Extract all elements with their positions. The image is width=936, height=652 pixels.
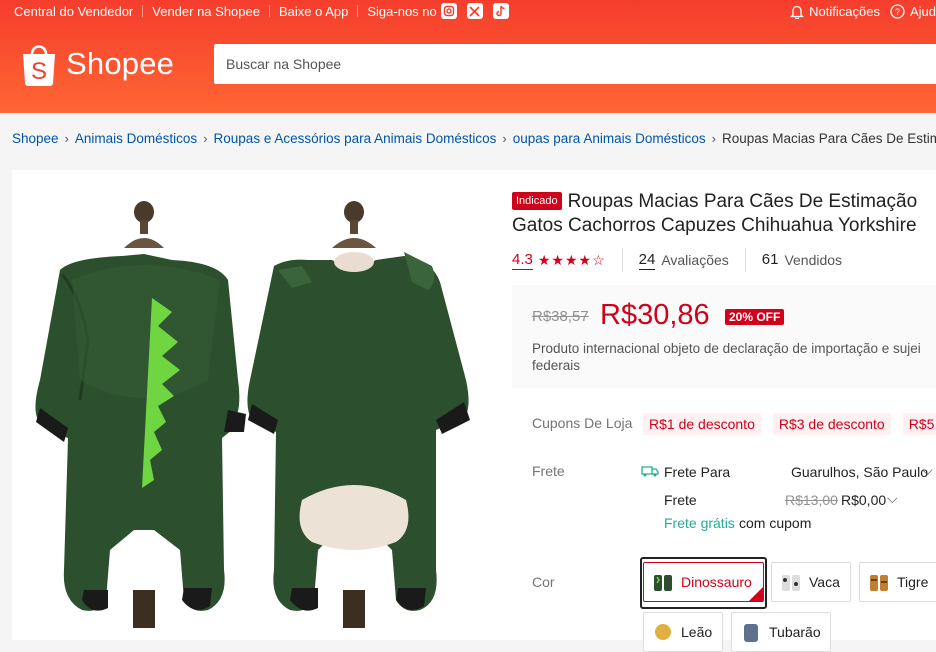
variant-thumbnail xyxy=(655,624,671,640)
coupon-chip[interactable]: R$5 d xyxy=(902,413,936,435)
variant-label: Vaca xyxy=(809,574,840,590)
coupon-chip[interactable]: R$3 de desconto xyxy=(772,413,891,435)
help-link[interactable]: Ajud xyxy=(910,4,936,19)
follow-us-label: Siga-nos no xyxy=(367,3,437,19)
breadcrumb: Shopee › Animais Domésticos › Roupas e A… xyxy=(12,131,936,146)
variant-tubarao[interactable]: Tubarão xyxy=(731,612,831,652)
variant-label: Tigre xyxy=(897,574,929,590)
variant-thumbnail xyxy=(782,575,800,591)
download-app-link[interactable]: Baixe o App xyxy=(279,4,348,19)
coupon-chip[interactable]: R$1 de desconto xyxy=(643,413,761,435)
free-shipping-label: Frete grátis xyxy=(664,515,735,531)
shopee-logo[interactable]: S Shopee xyxy=(20,42,174,86)
reviews-count[interactable]: 24 xyxy=(638,251,656,270)
chevron-right-icon: › xyxy=(502,131,507,146)
original-price: R$38,57 xyxy=(532,308,589,325)
search-input[interactable] xyxy=(226,56,936,72)
chevron-down-icon[interactable]: ⌵ xyxy=(922,462,933,479)
reviews-label: Avaliações xyxy=(661,252,729,268)
original-shipping-fee: R$13,00 xyxy=(785,492,838,508)
variant-label: Leão xyxy=(681,624,713,640)
breadcrumb-subcategory[interactable]: Roupas e Acessórios para Animais Domésti… xyxy=(214,131,497,146)
divider xyxy=(621,248,623,272)
chevron-right-icon: › xyxy=(64,131,69,146)
variant-thumbnail xyxy=(870,575,888,591)
header: Central do Vendedor Vender na Shopee Bai… xyxy=(0,0,936,113)
variant-label: Dinossauro xyxy=(681,574,752,590)
divider xyxy=(142,5,144,17)
search-bar xyxy=(214,44,936,84)
shipping-label: Frete xyxy=(532,463,565,479)
ship-to-label: Frete Para xyxy=(664,464,731,480)
sold-label: Vendidos xyxy=(784,252,843,268)
brand-name: Shopee xyxy=(66,46,175,81)
svg-text:S: S xyxy=(31,58,47,85)
product-stats: 4.3 ★★★★☆ 24 Avaliações 61 Vendidos xyxy=(512,248,842,272)
free-shipping-condition: com cupom xyxy=(739,515,812,531)
chevron-right-icon: › xyxy=(711,131,716,146)
color-label: Cor xyxy=(532,574,555,590)
x-icon[interactable] xyxy=(466,3,483,19)
product-title: Indicado Roupas Macias Para Cães De Estim… xyxy=(512,190,936,238)
import-notice: Produto internacional objeto de declaraç… xyxy=(532,341,921,373)
breadcrumb-subsubcategory[interactable]: oupas para Animais Domésticos xyxy=(513,131,706,146)
chevron-right-icon: › xyxy=(203,131,208,146)
variant-thumbnail xyxy=(744,624,758,642)
mannequin-front xyxy=(35,201,246,628)
current-price: R$30,86 xyxy=(600,299,710,331)
help-icon[interactable]: ? xyxy=(890,3,906,19)
recommended-badge: Indicado xyxy=(512,192,562,210)
variant-leao[interactable]: Leão xyxy=(643,612,723,652)
seller-center-link[interactable]: Central do Vendedor xyxy=(14,4,133,19)
discount-badge: 20% OFF xyxy=(725,309,785,325)
product-image[interactable] xyxy=(12,170,496,628)
chevron-down-icon[interactable]: ⌵ xyxy=(887,490,898,507)
breadcrumb-category[interactable]: Animais Domésticos xyxy=(75,131,197,146)
destination-value[interactable]: Guarulhos, São Paulo xyxy=(791,464,928,480)
shipping-fee[interactable]: R$0,00 xyxy=(841,492,886,508)
variant-tigre[interactable]: Tigre xyxy=(859,562,936,602)
variant-dinossauro[interactable]: Dinossauro xyxy=(643,562,764,602)
title-line-2: Gatos Cachorros Capuzes Chihuahua Yorksh… xyxy=(512,215,917,236)
fee-label: Frete xyxy=(664,492,697,508)
divider xyxy=(268,5,270,17)
variant-thumbnail xyxy=(654,575,672,591)
sell-link[interactable]: Vender na Shopee xyxy=(152,4,260,19)
breadcrumb-home[interactable]: Shopee xyxy=(12,131,59,146)
sold-count: 61 xyxy=(761,251,779,268)
rating-value[interactable]: 4.3 xyxy=(512,251,533,270)
coupons-label: Cupons De Loja xyxy=(532,415,633,431)
shopee-bag-icon: S xyxy=(23,45,55,86)
mannequin-back xyxy=(247,201,470,628)
divider xyxy=(357,5,359,17)
top-right-nav: Notificações ? Ajud xyxy=(789,2,936,20)
tiktok-icon[interactable] xyxy=(492,3,509,19)
notifications-link[interactable]: Notificações xyxy=(809,4,880,19)
breadcrumb-current: Roupas Macias Para Cães De Estim xyxy=(721,131,936,146)
coupon-list: R$1 de desconto R$3 de desconto R$5 d xyxy=(643,413,936,435)
divider xyxy=(744,248,746,272)
instagram-icon[interactable] xyxy=(440,3,457,19)
truck-icon xyxy=(641,466,659,477)
social-links xyxy=(440,3,509,19)
svg-text:?: ? xyxy=(895,7,900,17)
top-nav: Central do Vendedor Vender na Shopee Bai… xyxy=(14,2,509,20)
variant-vaca[interactable]: Vaca xyxy=(771,562,851,602)
star-rating-icon: ★★★★☆ xyxy=(537,251,606,268)
bell-icon[interactable] xyxy=(789,3,805,19)
title-line-1: Roupas Macias Para Cães De Estimação xyxy=(567,191,918,212)
variant-label: Tubarão xyxy=(769,624,821,640)
